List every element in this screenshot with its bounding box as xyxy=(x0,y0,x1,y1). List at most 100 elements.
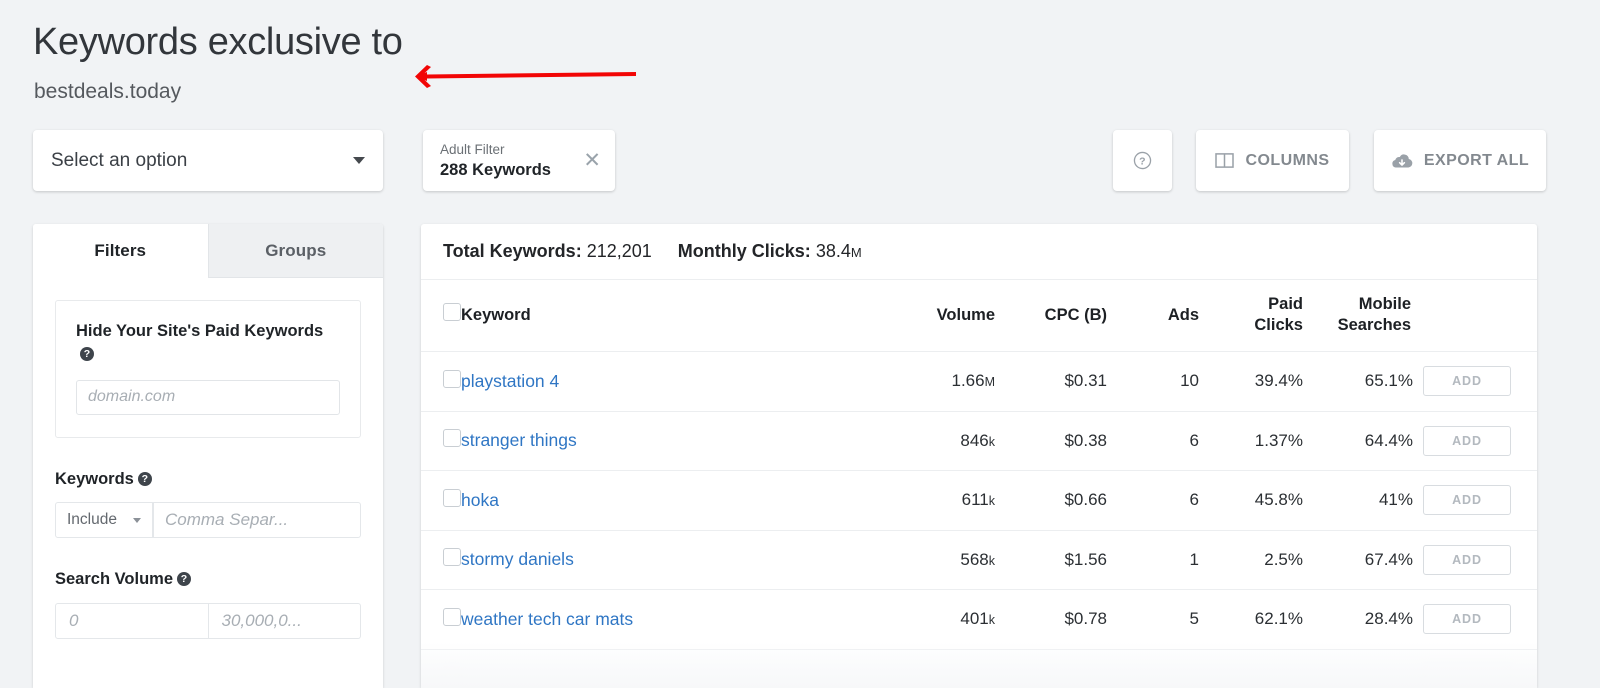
add-button[interactable]: ADD xyxy=(1423,366,1511,397)
help-icon[interactable]: ? xyxy=(177,572,191,587)
keywords-table: Keyword Volume CPC (B) Ads Paid Clicks M… xyxy=(421,280,1537,688)
table-header-row: Keyword Volume CPC (B) Ads Paid Clicks M… xyxy=(421,280,1537,352)
caret-down-icon xyxy=(353,157,365,164)
row-keyword-cell: playstation 4 xyxy=(461,352,891,412)
panel-tabs: Filters Groups xyxy=(33,224,383,278)
chip-value: 288 Keywords xyxy=(440,161,551,180)
more-options-icon[interactable] xyxy=(1521,373,1537,391)
hide-paid-domain-input[interactable]: domain.com xyxy=(76,379,340,415)
help-button[interactable]: ? xyxy=(1113,130,1172,191)
keywords-table-card: Total Keywords: 212,201 Monthly Clicks: … xyxy=(421,224,1537,688)
row-cpc-cell: $1.56 xyxy=(1064,549,1107,569)
table-row[interactable]: hoka 611k $0.66 6 45.8% 41% ADD xyxy=(421,470,1537,531)
add-button xyxy=(1423,664,1511,688)
more-options-icon[interactable] xyxy=(1521,432,1537,450)
row-ads-cell: 6 xyxy=(1189,430,1199,450)
table-row[interactable]: weather tech car mats 401k $0.78 5 62.1% 28.4… xyxy=(421,589,1537,650)
row-checkbox[interactable] xyxy=(443,488,461,507)
row-volume-cell: 846k xyxy=(960,430,995,450)
row-add-cell: ADD xyxy=(1413,471,1521,531)
row-menu-cell xyxy=(1521,411,1537,471)
add-button[interactable]: ADD xyxy=(1423,425,1511,456)
row-checkbox[interactable] xyxy=(443,548,461,567)
keyword-link[interactable]: playstation 4 xyxy=(461,371,559,391)
filters-panel: Filters Groups Hide Your Site's Paid Key… xyxy=(33,224,383,688)
select-an-option-dropdown[interactable]: Select an option xyxy=(33,130,383,191)
row-ads-cell: 1 xyxy=(1189,549,1199,569)
row-cpc-cell: $0.38 xyxy=(1064,430,1107,450)
keyword-link[interactable]: stormy daniels xyxy=(461,549,574,569)
add-button[interactable]: ADD xyxy=(1423,485,1511,516)
close-icon[interactable]: ✕ xyxy=(579,150,601,171)
row-paid-clicks-cell: 39.4% xyxy=(1254,371,1303,391)
row-mobile-searches-cell: 64.4% xyxy=(1364,430,1413,450)
row-checkbox[interactable] xyxy=(443,607,461,626)
export-all-button[interactable]: EXPORT ALL xyxy=(1374,130,1546,191)
row-cpc-cell: $0.66 xyxy=(1064,490,1107,510)
cloud-download-icon xyxy=(1392,154,1413,168)
search-volume-block: Search Volume? 0 30,000,0... xyxy=(55,568,361,639)
row-mobile-searches-cell: 28.4% xyxy=(1364,609,1413,629)
select-value: Select an option xyxy=(51,149,188,171)
keyword-link[interactable]: weather tech car mats xyxy=(461,609,633,629)
select-all-checkbox[interactable] xyxy=(443,303,461,322)
keyword-link[interactable]: stranger things xyxy=(461,430,577,450)
total-keywords-stat: Total Keywords: 212,201 xyxy=(443,241,652,261)
chip-title: Adult Filter xyxy=(440,141,505,157)
row-paid-clicks-cell: 45.8% xyxy=(1254,490,1303,510)
help-icon[interactable]: ? xyxy=(80,347,94,362)
keywords-filter-label: Keywords? xyxy=(55,468,361,491)
column-header-paid-clicks[interactable]: Paid Clicks xyxy=(1199,280,1303,352)
tab-filters[interactable]: Filters xyxy=(33,224,208,278)
row-volume-cell: 1.66M xyxy=(951,371,995,391)
row-add-cell: ADD xyxy=(1413,352,1521,412)
row-mobile-searches-cell: 65.1% xyxy=(1364,371,1413,391)
hide-paid-keywords-card: Hide Your Site's Paid Keywords? domain.c… xyxy=(55,300,361,438)
column-header-mobile-searches[interactable]: Mobile Searches xyxy=(1303,280,1413,352)
keywords-filter-block: Keywords? Include Comma Separ... xyxy=(55,468,361,539)
row-checkbox xyxy=(443,667,461,686)
row-menu-cell xyxy=(1521,352,1537,412)
row-cpc-cell: $0.78 xyxy=(1064,609,1107,629)
columns-button-label: COLUMNS xyxy=(1245,151,1330,169)
row-volume-cell: 401k xyxy=(960,609,995,629)
more-options-icon[interactable] xyxy=(1521,551,1537,569)
tab-groups[interactable]: Groups xyxy=(207,224,383,278)
row-ads-cell: 6 xyxy=(1189,490,1199,510)
row-volume-cell: 611k xyxy=(961,490,995,510)
more-options-icon[interactable] xyxy=(1521,492,1537,510)
row-checkbox[interactable] xyxy=(443,429,461,448)
column-header-add xyxy=(1413,280,1521,352)
page-subtitle: bestdeals.today xyxy=(34,80,182,103)
search-volume-max-input[interactable]: 30,000,0... xyxy=(208,602,361,639)
more-options-icon[interactable] xyxy=(1521,611,1537,629)
keywords-filter-input[interactable]: Comma Separ... xyxy=(153,502,361,539)
keywords-mode-select[interactable]: Include xyxy=(55,502,153,539)
table-row[interactable]: playstation 4 1.66M $0.31 10 39.4% 65.1% ADD xyxy=(421,351,1537,412)
row-menu-cell xyxy=(1521,530,1537,590)
keywords-mode-value: Include xyxy=(67,511,117,529)
row-checkbox[interactable] xyxy=(443,369,461,388)
column-header-volume[interactable]: Volume xyxy=(891,280,995,352)
export-all-button-label: EXPORT ALL xyxy=(1423,151,1530,169)
column-header-cpc[interactable]: CPC (B) xyxy=(995,280,1107,352)
keyword-link[interactable]: hoka xyxy=(461,490,499,510)
column-header-keyword[interactable]: Keyword xyxy=(461,280,891,352)
search-volume-min-input[interactable]: 0 xyxy=(55,602,209,639)
adult-filter-chip[interactable]: Adult Filter 288 Keywords ✕ xyxy=(423,130,615,191)
row-keyword-cell: hoka xyxy=(461,471,891,531)
add-button[interactable]: ADD xyxy=(1423,604,1511,635)
table-summary: Total Keywords: 212,201 Monthly Clicks: … xyxy=(421,224,1537,280)
columns-button[interactable]: COLUMNS xyxy=(1196,130,1349,191)
hide-paid-keywords-label: Hide Your Site's Paid Keywords? xyxy=(76,322,324,362)
row-menu-cell xyxy=(1521,590,1537,650)
table-row[interactable]: stranger things 846k $0.38 6 1.37% 64.4% ADD xyxy=(421,411,1537,471)
column-header-menu xyxy=(1521,280,1537,352)
table-row[interactable]: stormy daniels 568k $1.56 1 2.5% 67.4% ADD xyxy=(421,530,1537,590)
svg-text:?: ? xyxy=(1139,156,1146,168)
row-add-cell: ADD xyxy=(1413,411,1521,471)
row-volume-cell: 568k xyxy=(960,549,995,569)
help-icon[interactable]: ? xyxy=(137,471,152,486)
column-header-ads[interactable]: Ads xyxy=(1107,280,1199,352)
add-button[interactable]: ADD xyxy=(1423,544,1511,575)
